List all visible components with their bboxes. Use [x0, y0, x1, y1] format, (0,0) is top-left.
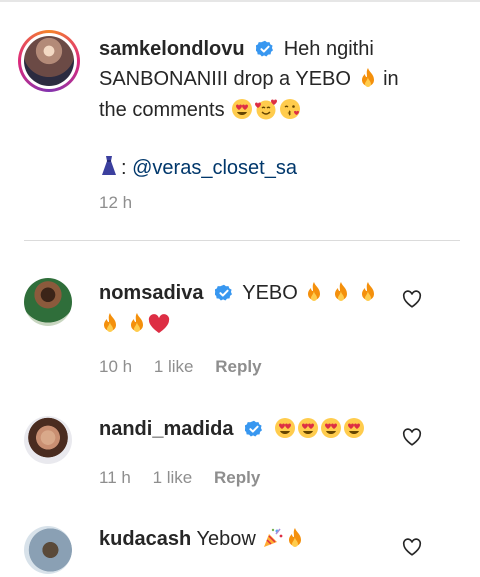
reply-button[interactable]: Reply — [215, 357, 261, 376]
party-popper-emoji — [262, 527, 284, 557]
heart-eyes-emoji — [297, 417, 319, 447]
fire-emoji — [285, 527, 305, 557]
fire-emoji — [331, 281, 351, 311]
comment-avatar[interactable] — [24, 416, 72, 464]
comment-body: Yebow — [196, 528, 256, 550]
caption-text: samkelondlovu Heh ngithi SANBONANIII dro… — [99, 36, 419, 185]
heart-eyes-emoji — [274, 417, 296, 447]
comment-timestamp: 10 h — [99, 357, 133, 376]
red-heart-emoji — [148, 314, 170, 342]
caption-timestamp: 12 h — [99, 193, 133, 212]
comment-text: kudacash Yebow — [99, 526, 389, 557]
caption-username[interactable]: samkelondlovu — [99, 38, 245, 60]
heart-outline-icon — [402, 428, 422, 446]
verified-icon — [244, 419, 263, 446]
comment-username[interactable]: kudacash — [99, 528, 191, 550]
fire-emoji — [304, 281, 324, 311]
caption-divider — [24, 240, 460, 241]
heart-eyes-emoji — [320, 417, 342, 447]
comment-timestamp: 11 h — [99, 468, 131, 487]
comment-text: nomsadiva YEBO — [99, 280, 389, 342]
comment-username[interactable]: nomsadiva — [99, 282, 203, 304]
comment-body: YEBO — [242, 282, 298, 304]
comment-avatar[interactable] — [24, 278, 72, 326]
comment-meta: 11 h 1 like Reply — [99, 468, 277, 488]
like-comment-button[interactable] — [402, 290, 422, 313]
heart-eyes-emoji — [343, 417, 365, 447]
verified-icon — [255, 39, 274, 66]
heart-eyes-emoji — [231, 98, 253, 128]
top-divider — [0, 0, 480, 2]
comment-likes[interactable]: 1 like — [154, 357, 194, 376]
comment-text: nandi_madida — [99, 416, 389, 447]
caption-avatar[interactable] — [18, 30, 80, 92]
heart-outline-icon — [402, 538, 422, 556]
comment-avatar[interactable] — [24, 526, 72, 574]
verified-icon — [214, 283, 233, 310]
mention-prefix: : — [121, 157, 127, 179]
comment-likes[interactable]: 1 like — [153, 468, 193, 487]
dress-emoji — [99, 155, 119, 185]
fire-emoji — [127, 312, 147, 342]
like-comment-button[interactable] — [402, 538, 422, 561]
fire-emoji — [100, 312, 120, 342]
smiling-face-with-hearts-emoji — [254, 98, 278, 128]
fire-emoji — [358, 67, 378, 97]
mention-link[interactable]: @veras_closet_sa — [132, 157, 297, 179]
like-comment-button[interactable] — [402, 428, 422, 451]
comment-meta: 10 h 1 like Reply — [99, 357, 279, 377]
fire-emoji — [358, 281, 378, 311]
reply-button[interactable]: Reply — [214, 468, 260, 487]
comment-username[interactable]: nandi_madida — [99, 418, 233, 440]
heart-outline-icon — [402, 290, 422, 308]
face-blowing-kiss-emoji — [279, 98, 301, 128]
